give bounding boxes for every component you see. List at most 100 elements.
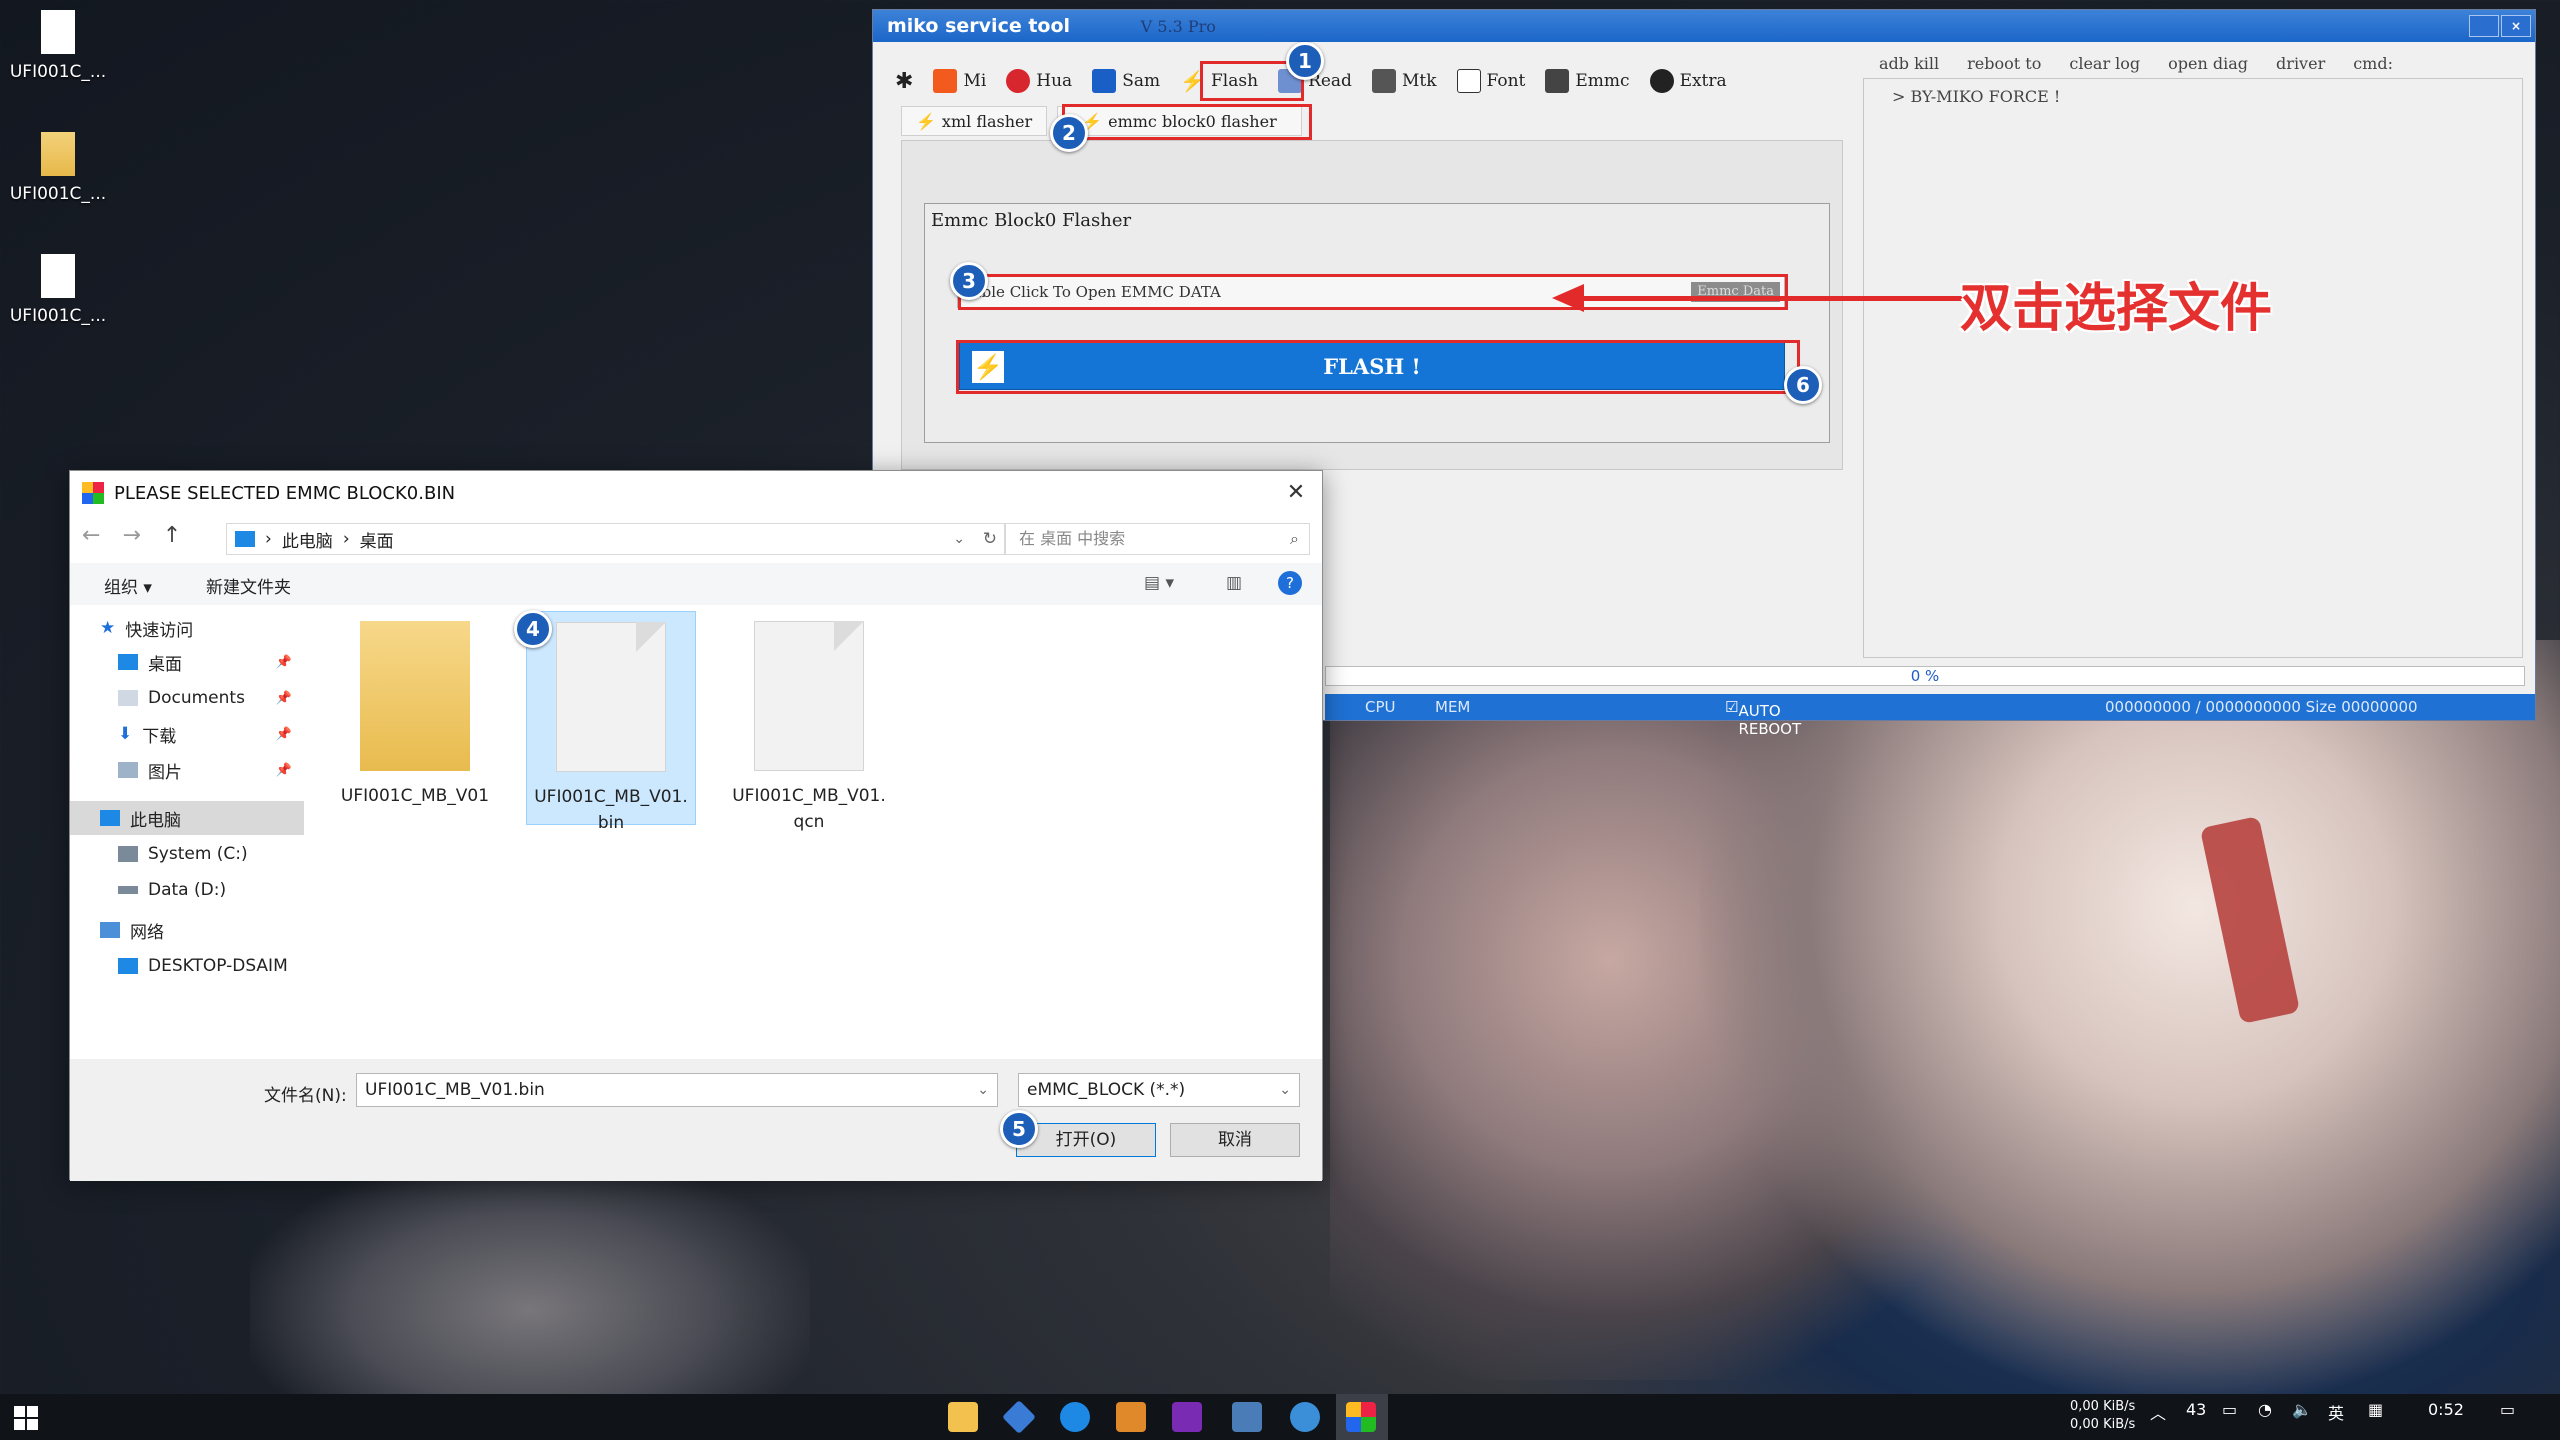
tab-hua[interactable]: Hua — [998, 64, 1080, 98]
desktop-icon-file-2[interactable]: UFI001C_... — [4, 254, 112, 326]
pin-icon: 📌 — [275, 654, 292, 670]
reboot-to-button[interactable]: reboot to — [1967, 54, 2041, 73]
app-diamond-icon[interactable] — [1002, 1400, 1036, 1434]
dialog-toolbar: 组织 ▾ 新建文件夹 ▤ ▾ ▥ ? — [70, 563, 1322, 605]
filename-input[interactable]: UFI001C_MB_V01.bin ⌄ — [356, 1073, 998, 1107]
browser-icon[interactable] — [1060, 1402, 1090, 1432]
computer-icon — [118, 958, 138, 974]
wifi-icon[interactable]: ◔ — [2258, 1400, 2272, 1419]
preview-pane-icon[interactable]: ▥ — [1226, 573, 1242, 593]
tab-mtk[interactable]: Mtk — [1364, 64, 1445, 98]
adb-kill-button[interactable]: adb kill — [1879, 54, 1939, 73]
notification-icon[interactable]: ▭ — [2500, 1400, 2515, 1419]
driver-button[interactable]: driver — [2276, 54, 2325, 73]
file-explorer-icon[interactable] — [948, 1402, 978, 1432]
keyboard-grid-icon[interactable]: ▦ — [2368, 1400, 2383, 1419]
desktop-icon-file-1[interactable]: UFI001C_... — [4, 10, 112, 82]
size-counter: 000000000 / 0000000000 Size 00000000 — [2105, 698, 2418, 716]
file-item-bin[interactable]: UFI001C_MB_V01. bin — [526, 611, 696, 833]
nav-quick-access[interactable]: ★ 快速访问 — [70, 611, 304, 645]
tab-extra[interactable]: Extra — [1642, 64, 1735, 98]
miko-titlebar[interactable]: miko service tool V 5.3 Pro × — [873, 10, 2535, 42]
highlight-emmc-input — [958, 274, 1788, 310]
emmc-icon — [1545, 69, 1570, 93]
nav-downloads[interactable]: ⬇ 下载 📌 — [70, 717, 304, 751]
computer-icon — [235, 531, 255, 547]
organize-button[interactable]: 组织 ▾ — [104, 573, 152, 598]
file-icon — [41, 10, 75, 54]
tab-mi[interactable]: Mi — [925, 64, 994, 98]
nav-documents[interactable]: Documents 📌 — [70, 681, 304, 715]
search-icon: ⌕ — [1290, 529, 1299, 548]
file-item-folder[interactable]: UFI001C_MB_V01 — [330, 621, 500, 809]
step-badge-1: 1 — [1286, 42, 1324, 80]
clock[interactable]: 0:52 — [2428, 1400, 2464, 1419]
tab-emmc[interactable]: Emmc — [1537, 64, 1637, 98]
cancel-button[interactable]: 取消 — [1170, 1123, 1300, 1157]
chip-icon — [1371, 69, 1396, 93]
forward-arrow-icon[interactable]: → — [122, 523, 140, 548]
step-badge-4: 4 — [514, 610, 552, 648]
app-s-icon[interactable] — [1116, 1402, 1146, 1432]
auto-reboot-checkbox[interactable]: ☑ AUTO REBOOT — [1725, 698, 1801, 738]
start-button[interactable] — [14, 1406, 38, 1430]
ufi-app-icon[interactable] — [1172, 1402, 1202, 1432]
mountain-app-icon[interactable] — [1232, 1402, 1262, 1432]
step-badge-3: 3 — [950, 262, 988, 300]
step-badge-6: 6 — [1784, 366, 1822, 404]
subtab-xml-flasher[interactable]: ⚡ xml flasher — [901, 106, 1048, 136]
miko-app-icon[interactable] — [1346, 1402, 1376, 1432]
breadcrumb-desktop[interactable]: 桌面 — [360, 527, 394, 552]
tab-font[interactable]: Font — [1449, 64, 1534, 98]
dialog-title: PLEASE SELECTED EMMC BLOCK0.BIN — [114, 482, 456, 504]
breadcrumb-this-pc[interactable]: 此电脑 — [282, 527, 333, 552]
nav-drive-d[interactable]: Data (D:) — [70, 873, 304, 907]
file-item-qcn[interactable]: UFI001C_MB_V01. qcn — [724, 621, 894, 835]
android-app-icon[interactable] — [1290, 1402, 1320, 1432]
nav-this-pc[interactable]: 此电脑 — [70, 801, 304, 835]
tool-icon-tab[interactable]: ✱ — [887, 64, 921, 98]
filetype-select[interactable]: eMMC_BLOCK (*.*) ⌄ — [1018, 1073, 1300, 1107]
version-label: V 5.3 Pro — [1140, 17, 1216, 36]
dialog-titlebar[interactable]: PLEASE SELECTED EMMC BLOCK0.BIN — [70, 471, 1322, 515]
tab-sam[interactable]: Sam — [1084, 64, 1168, 98]
address-bar[interactable]: › 此电脑 › 桌面 ⌄ ↻ — [226, 523, 1006, 555]
cmd-button[interactable]: cmd: — [2353, 54, 2393, 73]
new-folder-button[interactable]: 新建文件夹 — [206, 573, 291, 598]
nav-desktop[interactable]: 桌面 📌 — [70, 645, 304, 679]
refresh-icon[interactable]: ↻ — [983, 529, 997, 549]
window-title: miko service tool — [887, 15, 1071, 37]
clear-log-button[interactable]: clear log — [2069, 54, 2140, 73]
folder-icon — [360, 621, 470, 771]
desktop-icon-folder[interactable]: UFI001C_... — [4, 132, 112, 204]
back-arrow-icon[interactable]: ← — [82, 523, 100, 548]
nav-network[interactable]: 网络 — [70, 913, 304, 947]
cpu-label: CPU — [1365, 698, 1396, 716]
nav-drive-c[interactable]: System (C:) — [70, 837, 304, 871]
nav-pictures[interactable]: 图片 📌 — [70, 753, 304, 787]
chevron-up-icon[interactable]: ︿ — [2150, 1400, 2166, 1424]
log-output[interactable]: > BY-MIKO FORCE ! — [1863, 78, 2523, 658]
minimize-button[interactable] — [2469, 15, 2499, 37]
dialog-close-button[interactable]: ✕ — [1278, 475, 1314, 511]
volume-icon[interactable]: 🔈 — [2292, 1400, 2312, 1419]
font-icon — [1456, 69, 1481, 93]
pictures-icon — [118, 762, 138, 778]
up-arrow-icon[interactable]: ↑ — [163, 523, 181, 548]
annotation-arrow-head — [1552, 284, 1584, 312]
download-icon: ⬇ — [118, 724, 133, 744]
open-diag-button[interactable]: open diag — [2168, 54, 2248, 73]
close-button[interactable]: × — [2501, 15, 2531, 37]
battery-icon[interactable]: ▭ — [2222, 1400, 2237, 1419]
chevron-down-icon[interactable]: ⌄ — [953, 531, 965, 547]
search-input[interactable]: 在 桌面 中搜索 ⌕ — [1004, 523, 1310, 555]
nav-desktop-computer[interactable]: DESKTOP-DSAIM — [70, 949, 304, 983]
view-options-icon[interactable]: ▤ ▾ — [1144, 573, 1174, 593]
chevron-down-icon[interactable]: ⌄ — [977, 1074, 989, 1106]
emmc-block0-group: Emmc Block0 Flasher uble Click To Open E… — [924, 203, 1830, 443]
help-icon[interactable]: ? — [1278, 571, 1302, 595]
ime-indicator[interactable]: 英 — [2328, 1400, 2344, 1424]
documents-icon — [118, 690, 138, 706]
nav-buttons: ← → ↑ — [82, 523, 181, 548]
pin-icon: 📌 — [275, 726, 292, 742]
